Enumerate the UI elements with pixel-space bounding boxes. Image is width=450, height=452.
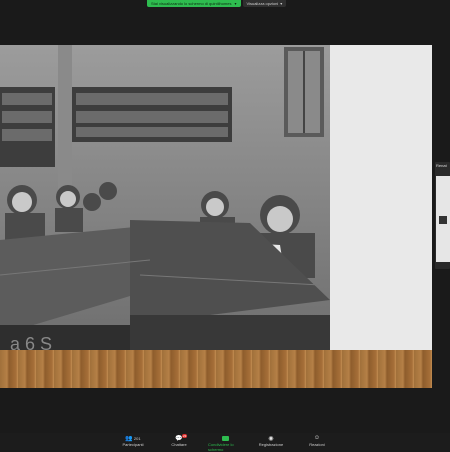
participants-icon: 👥 201 xyxy=(125,435,141,442)
svg-text:a 6 S: a 6 S xyxy=(10,334,52,350)
participants-label: Partecipanti xyxy=(122,442,144,447)
thumbnail-title: Renat xyxy=(436,163,447,168)
share-status-text: Stai visualizzando lo schermo di quintil… xyxy=(151,1,232,6)
participant-thumbnail[interactable]: Renat xyxy=(435,162,450,269)
wooden-floor xyxy=(0,350,432,388)
participants-button[interactable]: 👥 201 Partecipanti xyxy=(116,434,150,448)
thumbnail-preview xyxy=(436,176,450,262)
classroom-photo: a 6 S xyxy=(0,45,330,350)
share-screen-label: Condividere lo schermo xyxy=(208,442,234,452)
chat-label: Chattare xyxy=(171,442,187,447)
reactions-button[interactable]: ☺ Reazioni xyxy=(300,434,334,447)
chat-button[interactable]: 💬 23 Chattare xyxy=(162,434,196,447)
share-screen-icon xyxy=(221,434,229,442)
share-banner: Stai visualizzando lo schermo di quintil… xyxy=(147,0,287,7)
chevron-down-icon: ▾ xyxy=(234,1,237,6)
record-icon: ◉ xyxy=(268,435,274,442)
chat-badge: 23 xyxy=(182,434,188,438)
record-label: Registrazione xyxy=(258,442,284,447)
share-screen-button[interactable]: Condividere lo schermo xyxy=(208,434,242,452)
reactions-label: Reazioni xyxy=(309,442,325,447)
view-options-button[interactable]: Visualizza opzioni ▾ xyxy=(242,0,287,7)
classroom-photo-image: a 6 S xyxy=(0,45,330,350)
record-button[interactable]: ◉ Registrazione xyxy=(254,434,288,448)
chevron-down-icon: ▾ xyxy=(280,1,283,6)
meeting-toolbar: 👥 201 Partecipanti 💬 23 Chattare Condivid… xyxy=(0,433,450,452)
participants-count: 201 xyxy=(133,435,141,441)
view-options-label: Visualizza opzioni xyxy=(246,1,279,6)
reactions-icon: ☺ xyxy=(313,435,321,441)
thumbnail-picture xyxy=(439,216,447,224)
shared-screen: a 6 S xyxy=(0,45,432,388)
share-status-pill[interactable]: Stai visualizzando lo schermo di quintil… xyxy=(147,0,241,7)
blank-panel xyxy=(330,45,432,350)
